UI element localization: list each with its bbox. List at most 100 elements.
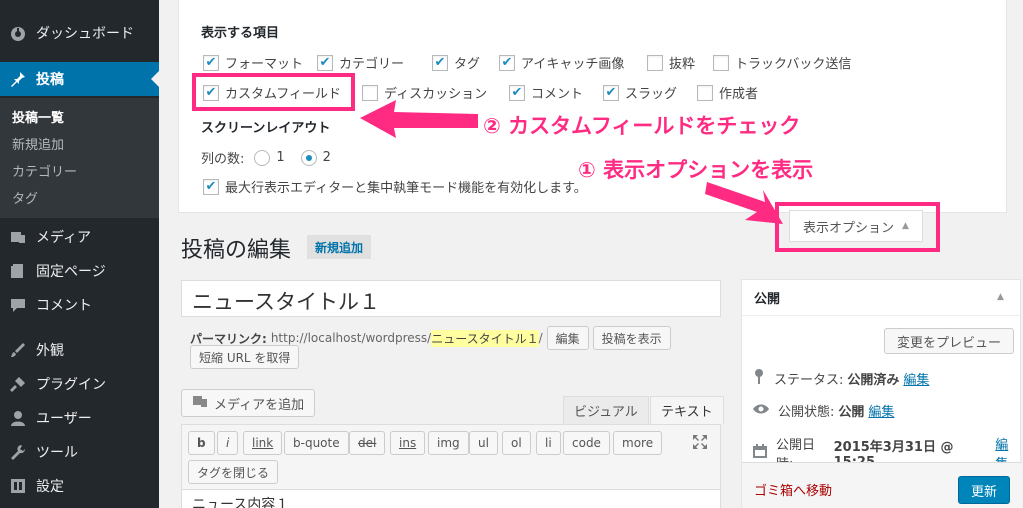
qt-bold-button[interactable]: b [188,431,215,455]
option-format[interactable]: ✔ フォーマット [203,53,303,72]
edit-status-link[interactable]: 編集 [903,369,929,388]
qt-ins-button[interactable]: ins [390,431,426,455]
submenu-categories[interactable]: カテゴリー [12,161,77,180]
move-to-trash-link[interactable]: ゴミ箱へ移動 [754,480,832,499]
qt-del-button[interactable]: del [349,431,386,455]
radio-col-2[interactable] [300,149,317,166]
qt-link-button[interactable]: link [243,431,283,455]
arrow-icon [360,100,478,138]
preview-changes-button[interactable]: 変更をプレビュー [884,328,1015,354]
menu-pages[interactable]: 固定ページ [0,260,159,282]
checkbox[interactable]: ✔ [499,54,515,71]
checkbox[interactable]: ✔ [203,178,219,195]
checkbox[interactable] [647,54,663,71]
add-new-button[interactable]: 新規追加 [307,235,372,259]
checkbox[interactable]: ✔ [509,84,525,101]
get-shortlink-button[interactable]: 短縮 URL を取得 [190,345,300,369]
posts-submenu: 投稿一覧 新規追加 カテゴリー タグ [0,98,159,218]
checkbox[interactable] [697,84,713,101]
active-arrow [151,71,159,87]
option-category[interactable]: ✔ カテゴリー [317,53,404,72]
option-label: スラッグ [625,87,678,102]
qt-li-button[interactable]: li [536,431,561,455]
submenu-all-posts[interactable]: 投稿一覧 [12,107,64,126]
menu-tools[interactable]: ツール [0,441,159,463]
quicktags-toolbar: b i link b-quote del ins img ul ol li co… [181,424,721,490]
checkmark-icon: ✔ [605,85,617,100]
menu-label: 投稿 [36,72,64,88]
menu-media[interactable]: メディア [0,226,159,248]
tab-text[interactable]: テキスト [650,396,724,424]
menu-appearance[interactable]: 外観 [0,339,159,361]
checkbox[interactable]: ✔ [203,54,219,71]
tab-visual[interactable]: ビジュアル [563,396,649,424]
col-1-label: 1 [276,150,285,165]
option-featured-image[interactable]: ✔ アイキャッチ画像 [499,53,624,72]
screen-layout-heading: スクリーンレイアウト [201,121,331,136]
qt-code-button[interactable]: code [563,431,610,455]
checkbox[interactable]: ✔ [603,84,619,101]
qt-ol-button[interactable]: ol [502,431,531,455]
user-icon [8,408,28,428]
menu-settings[interactable]: 設定 [0,475,159,497]
wrench-icon [8,442,28,462]
option-trackbacks[interactable]: トラックバック送信 [713,53,851,72]
update-button[interactable]: 更新 [958,476,1011,504]
permalink-base: http://localhost/wordpress/ [270,331,432,345]
option-author[interactable]: 作成者 [697,83,758,102]
publish-header[interactable]: 公開 ▲ [742,280,1020,316]
qt-img-button[interactable]: img [428,431,469,455]
menu-label: コメント [36,298,92,314]
checkbox[interactable]: ✔ [432,54,448,71]
option-comments[interactable]: ✔ コメント [509,83,583,102]
option-label: タグ [454,57,481,72]
permalink-label: パーマリンク: [190,331,267,346]
qt-more-button[interactable]: more [613,431,663,455]
menu-comments[interactable]: コメント [0,294,159,316]
content-textarea[interactable]: ニュース内容１ [181,490,721,508]
visibility-row: 公開状態: 公開 編集 [752,401,894,420]
view-post-button[interactable]: 投稿を表示 [592,326,671,350]
submenu-add-new[interactable]: 新規追加 [12,134,64,153]
status-row: ステータス: 公開済み 編集 [752,368,929,388]
qt-bquote-button[interactable]: b-quote [284,431,349,455]
option-label: 最大行表示エディターと集中執筆モード機能を有効化します。 [225,181,587,196]
menu-plugins[interactable]: プラグイン [0,373,159,395]
submenu-tags[interactable]: タグ [12,188,38,207]
checkbox[interactable] [362,84,378,101]
post-title-input[interactable]: ニュースタイトル１ [181,280,721,317]
show-on-screen-heading: 表示する項目 [201,26,280,41]
option-label: コメント [531,87,584,102]
menu-label: メディア [36,230,92,246]
add-media-button[interactable]: メディアを追加 [181,389,316,417]
comment-icon [8,295,28,315]
media-icon [192,394,208,412]
edit-permalink-button[interactable]: 編集 [546,326,589,350]
status-label: ステータス: [774,372,844,388]
radio-col-1[interactable] [254,149,271,166]
option-excerpt[interactable]: 抜粋 [647,53,695,72]
option-fullscreen-editor[interactable]: ✔ 最大行表示エディターと集中執筆モード機能を有効化します。 [203,177,587,196]
permalink-slash: / [538,331,543,345]
checkbox[interactable] [713,54,729,71]
highlight-custom-fields [192,73,355,111]
qt-ul-button[interactable]: ul [469,431,498,455]
menu-users[interactable]: ユーザー [0,407,159,429]
page-icon [8,261,28,281]
fullscreen-icon[interactable] [692,434,708,454]
menu-posts[interactable]: 投稿 [0,62,159,96]
menu-label: ダッシュボード [36,26,134,42]
menu-dashboard[interactable]: ダッシュボード [0,22,159,44]
option-tags[interactable]: ✔ タグ [432,53,480,72]
qt-italic-button[interactable]: i [217,431,239,455]
checkbox[interactable]: ✔ [317,54,333,71]
close-tags-button[interactable]: タグを閉じる [188,460,279,484]
option-label: フォーマット [225,57,304,72]
option-label: 作成者 [719,87,759,102]
triangle-up-icon[interactable]: ▲ [997,292,1004,302]
dashboard-icon [8,23,28,43]
media-icon [8,227,28,247]
status-value: 公開済み [847,372,900,388]
option-slug[interactable]: ✔ スラッグ [603,83,677,102]
edit-visibility-link[interactable]: 編集 [868,401,894,420]
